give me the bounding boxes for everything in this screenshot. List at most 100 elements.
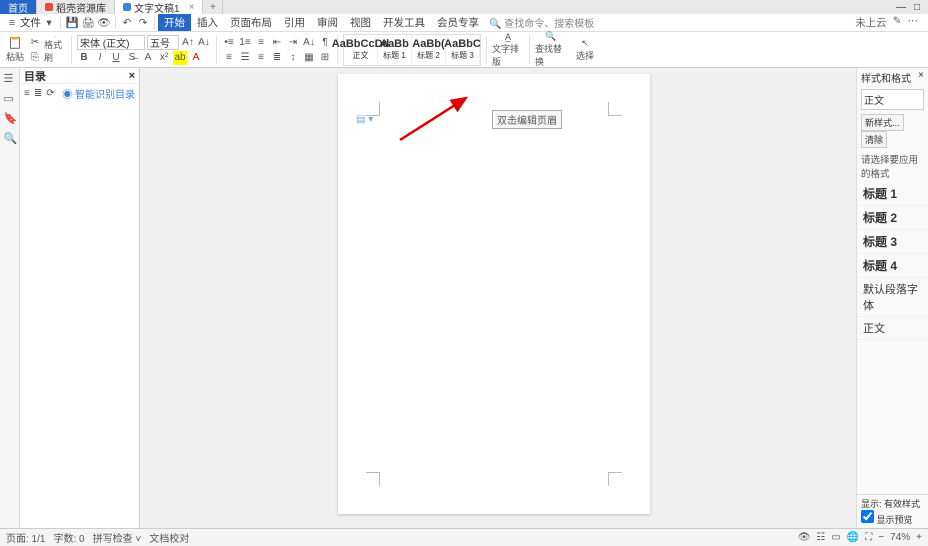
align-justify-icon[interactable]: ≣ (270, 50, 284, 64)
font-style-icon[interactable]: A (141, 51, 155, 65)
outdent-icon[interactable]: ⇤ (270, 35, 284, 49)
undo-icon[interactable]: ↶ (121, 17, 133, 29)
menu-file[interactable]: 文件 (20, 15, 41, 30)
copy-icon[interactable]: ⎘ (28, 50, 42, 64)
style-heading3[interactable]: AaBbC标题 3 (446, 35, 480, 65)
style-item-h2[interactable]: 标题 2 (857, 206, 928, 230)
style-heading2[interactable]: AaBb(标题 2 (412, 35, 446, 65)
status-words[interactable]: 字数: 0 (53, 530, 84, 545)
current-style-box[interactable]: 正文 (861, 89, 924, 110)
text-tools-button[interactable]: A̲文字排版 (492, 32, 524, 68)
search-field[interactable]: 🔍 查找命令、搜索模板 (489, 15, 594, 30)
style-item-h4[interactable]: 标题 4 (857, 254, 928, 278)
document-area[interactable]: ▤ ▾ 双击编辑页眉 (140, 68, 856, 528)
zoom-out-button[interactable]: − (878, 532, 884, 543)
scale-icon[interactable]: ⛶ (865, 532, 872, 543)
outline-tool-2[interactable]: ≣ (34, 88, 42, 99)
superscript-icon[interactable]: x² (157, 51, 171, 65)
clear-format-button[interactable]: 清除 (861, 131, 887, 148)
preview-checkbox[interactable] (861, 510, 874, 523)
new-style-button[interactable]: 新样式... (861, 114, 904, 131)
align-right-icon[interactable]: ≡ (254, 50, 268, 64)
ribbon-tab-reference[interactable]: 引用 (278, 14, 311, 31)
align-center-icon[interactable]: ☰ (238, 50, 252, 64)
bold-button[interactable]: B (77, 51, 91, 65)
bookmark-icon[interactable]: 🔖 (4, 112, 16, 124)
status-doccheck[interactable]: 文档校对 (149, 530, 189, 545)
cut-icon[interactable]: ✂ (28, 35, 42, 49)
font-color-icon[interactable]: A (189, 51, 203, 65)
paste-button[interactable]: 粘贴 (4, 36, 26, 64)
print-icon[interactable]: 🖨 (82, 17, 94, 29)
font-size-combo[interactable]: 五号 (147, 35, 179, 50)
zoom-value[interactable]: 74% (890, 532, 910, 543)
page[interactable]: ▤ ▾ 双击编辑页眉 (338, 74, 650, 514)
ribbon-tab-member[interactable]: 会员专享 (431, 14, 485, 31)
style-heading1[interactable]: AaBb标题 1 (378, 35, 412, 65)
multilevel-icon[interactable]: ≡ (254, 35, 268, 49)
view-mode-2-icon[interactable]: ☷ (816, 532, 825, 543)
format-painter-button[interactable]: 格式刷 (44, 36, 66, 64)
strike-button[interactable]: S̶ (125, 51, 139, 65)
status-spell[interactable]: 拼写检查 ˅ (93, 530, 142, 545)
chevron-down-icon[interactable]: ▾ (43, 17, 55, 29)
view-mode-4-icon[interactable]: 🌐 (847, 532, 859, 543)
rail-search-icon[interactable]: 🔍 (4, 132, 16, 144)
view-mode-1-icon[interactable]: 👁 (798, 532, 811, 543)
italic-button[interactable]: I (93, 51, 107, 65)
numbering-icon[interactable]: 1≡ (238, 35, 252, 49)
line-spacing-icon[interactable]: ↕ (286, 50, 300, 64)
underline-button[interactable]: U (109, 51, 123, 65)
borders-icon[interactable]: ⊞ (318, 50, 332, 64)
shading-icon[interactable]: ▦ (302, 50, 316, 64)
status-page[interactable]: 页面: 1/1 (6, 530, 45, 545)
redo-icon[interactable]: ↷ (137, 17, 149, 29)
close-icon[interactable]: × (189, 2, 195, 13)
shrink-font-icon[interactable]: A↓ (197, 35, 211, 49)
style-item-h3[interactable]: 标题 3 (857, 230, 928, 254)
style-item-default-font[interactable]: 默认段落字体 (857, 278, 928, 317)
tab-new[interactable]: + (203, 0, 223, 14)
ribbon-tab-layout[interactable]: 页面布局 (224, 14, 278, 31)
style-normal[interactable]: AaBbCcDd正文 (344, 35, 378, 65)
page-icon[interactable]: ▭ (4, 92, 16, 104)
view-mode-3-icon[interactable]: ▭ (831, 532, 840, 543)
header-marker-icon[interactable]: ▤ ▾ (356, 114, 373, 125)
cloud-status[interactable]: 未上云 (855, 15, 887, 30)
app-menu-icon[interactable]: ≡ (6, 17, 18, 29)
align-left-icon[interactable]: ≡ (222, 50, 236, 64)
show-value[interactable]: 有效样式 (884, 499, 920, 509)
indent-icon[interactable]: ⇥ (286, 35, 300, 49)
font-name-combo[interactable]: 宋体 (正文) (77, 35, 145, 50)
ribbon-tab-insert[interactable]: 插入 (191, 14, 224, 31)
find-replace-button[interactable]: 🔍查找替换 (535, 31, 567, 68)
tab-document[interactable]: 文字文稿1× (115, 0, 203, 14)
save-icon[interactable]: 💾 (66, 17, 78, 29)
highlight-icon[interactable]: ab (173, 51, 187, 65)
marks-icon[interactable]: ¶ (318, 35, 332, 49)
close-panel-icon[interactable]: × (129, 70, 135, 82)
grow-font-icon[interactable]: A↑ (181, 35, 195, 49)
style-gallery[interactable]: AaBbCcDd正文 AaBb标题 1 AaBb(标题 2 AaBbC标题 3 (343, 34, 481, 66)
select-button[interactable]: ↖选择 (569, 38, 601, 62)
style-item-h1[interactable]: 标题 1 (857, 182, 928, 206)
outline-tool-3[interactable]: ⟳ (46, 88, 54, 99)
ribbon-tab-start[interactable]: 开始 (158, 14, 191, 31)
preview-icon[interactable]: 👁 (98, 17, 110, 29)
outline-icon[interactable]: ☰ (4, 72, 16, 84)
outline-tool-1[interactable]: ≡ (24, 88, 30, 99)
ribbon-tab-view[interactable]: 视图 (344, 14, 377, 31)
panel-close-icon[interactable]: × (918, 70, 924, 85)
bullets-icon[interactable]: •≡ (222, 35, 236, 49)
window-minimize-icon[interactable]: — (896, 2, 906, 13)
tab-resources[interactable]: 稻壳资源库 (37, 0, 115, 14)
edit-icon[interactable]: ✎ (893, 15, 902, 30)
style-item-normal[interactable]: 正文 (857, 317, 928, 340)
tab-home[interactable]: 首页 (0, 0, 37, 14)
ribbon-tab-review[interactable]: 审阅 (311, 14, 344, 31)
more-icon[interactable]: ⋯ (908, 15, 919, 30)
window-box-icon[interactable]: □ (914, 2, 920, 13)
sort-icon[interactable]: A↓ (302, 35, 316, 49)
ribbon-tab-dev[interactable]: 开发工具 (377, 14, 431, 31)
zoom-in-button[interactable]: + (916, 532, 922, 543)
